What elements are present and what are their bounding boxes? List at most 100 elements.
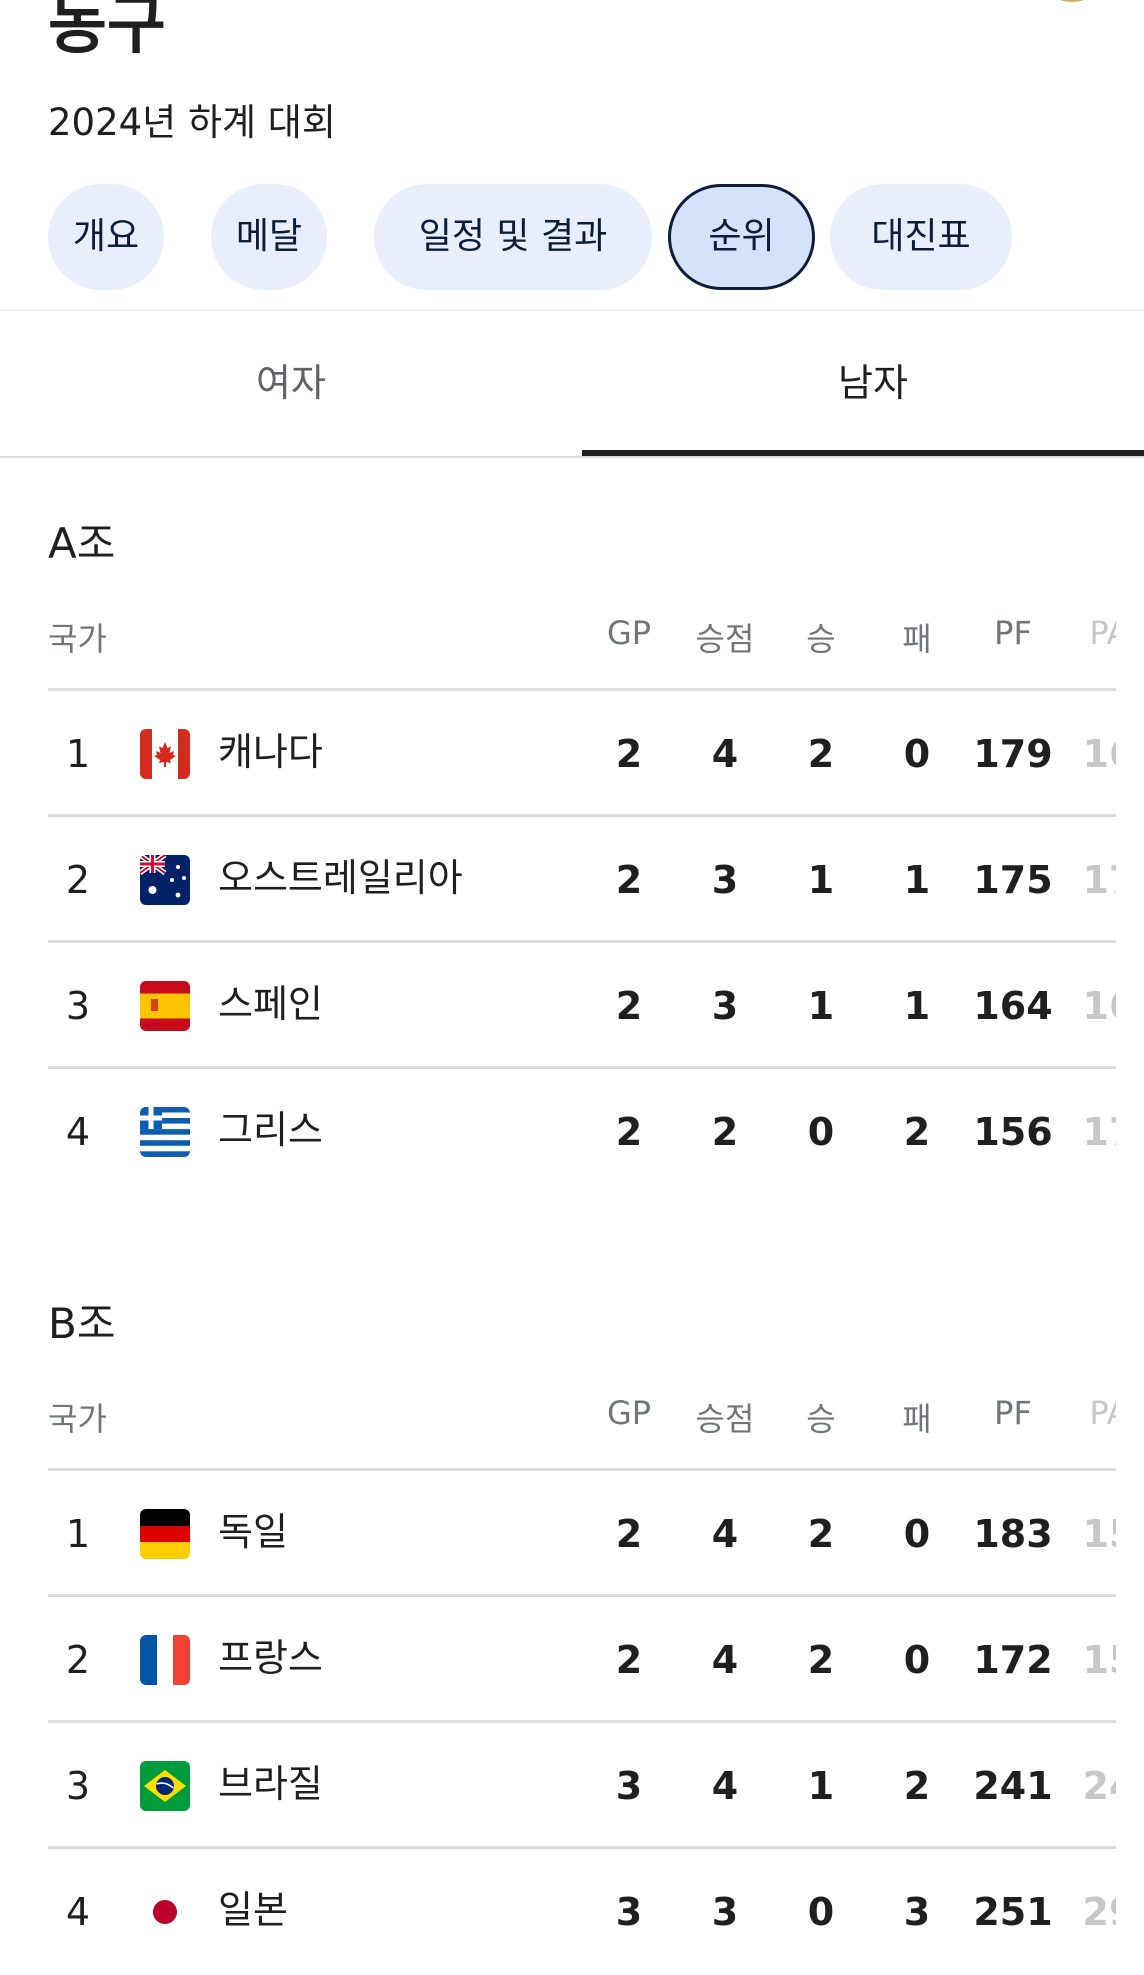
chip-standings[interactable]: 순위 (668, 184, 815, 290)
points-value: 4 (711, 1638, 739, 1682)
losses-value: 0 (903, 1638, 931, 1682)
points-value: 3 (711, 984, 739, 1028)
col-header-country: 국가 (48, 620, 107, 658)
chip-medals[interactable]: 메달 (211, 184, 327, 290)
table-row[interactable]: 2 프랑스 2 4 2 0 172 15 (0, 1597, 1144, 1723)
country-name: 스페인 (218, 982, 323, 1026)
losses-value: 0 (903, 732, 931, 776)
gp-value: 3 (615, 1764, 643, 1808)
pf-value: 241 (973, 1764, 1053, 1808)
table-row[interactable]: 1 캐나다 2 4 2 0 179 16 (0, 691, 1144, 817)
pf-value: 156 (973, 1110, 1053, 1154)
losses-value: 1 (903, 984, 931, 1028)
spain-flag-icon (140, 981, 190, 1031)
country-name: 그리스 (218, 1108, 323, 1152)
country-name: 독일 (218, 1510, 288, 1554)
group-title: B조 (48, 1299, 116, 1348)
wins-value: 2 (807, 732, 835, 776)
wins-value: 1 (807, 1764, 835, 1808)
wins-value: 0 (807, 1890, 835, 1934)
gp-value: 2 (615, 1638, 643, 1682)
pf-value: 172 (973, 1638, 1053, 1682)
greece-flag-icon (140, 1107, 190, 1157)
gp-value: 2 (615, 1512, 643, 1556)
country-name: 캐나다 (218, 730, 323, 774)
table-row[interactable]: 4 그리스 2 2 0 2 156 17 (0, 1069, 1144, 1195)
rank: 4 (65, 1890, 91, 1934)
pf-value: 175 (973, 858, 1053, 902)
country-name: 프랑스 (218, 1636, 323, 1680)
wins-value: 1 (807, 858, 835, 902)
brazil-flag-icon (140, 1761, 190, 1811)
gender-tabs: 여자 남자 (0, 311, 1144, 459)
gp-value: 3 (615, 1890, 643, 1934)
rank: 3 (65, 984, 91, 1028)
points-value: 3 (711, 1890, 739, 1934)
table-row[interactable]: 3 스페인 2 3 1 1 164 16 (0, 943, 1144, 1069)
col-header-pf: PF (994, 1394, 1032, 1432)
losses-value: 2 (903, 1110, 931, 1154)
col-header-points: 승점 (695, 1400, 755, 1438)
tab-selected-indicator (582, 450, 1144, 456)
col-header-losses: 패 (902, 620, 932, 658)
losses-value: 3 (903, 1890, 931, 1934)
country-name: 오스트레일리아 (218, 856, 463, 900)
rank: 3 (65, 1764, 91, 1808)
olympics-logo-icon (1036, 0, 1108, 2)
canada-flag-icon (140, 729, 190, 779)
col-header-pf: PF (994, 614, 1032, 652)
tab-women[interactable]: 여자 (0, 311, 582, 456)
wins-value: 2 (807, 1512, 835, 1556)
gp-value: 2 (615, 732, 643, 776)
col-header-wins: 승 (806, 1400, 836, 1438)
table-row[interactable]: 4 일본 3 3 0 3 251 29 (0, 1849, 1144, 1975)
gp-value: 2 (615, 1110, 643, 1154)
germany-flag-icon (140, 1509, 190, 1559)
points-value: 3 (711, 858, 739, 902)
wins-value: 0 (807, 1110, 835, 1154)
points-value: 4 (711, 1512, 739, 1556)
col-header-country: 국가 (48, 1400, 107, 1438)
chip-schedule-results[interactable]: 일정 및 결과 (374, 184, 652, 290)
tabs-border (0, 456, 1144, 458)
gp-value: 2 (615, 858, 643, 902)
group-b: B조 국가 GP 승점 승 패 PF PA 1 독일 2 4 2 0 183 1… (0, 1242, 1144, 1975)
col-header-gp: GP (606, 1394, 652, 1432)
pf-value: 183 (973, 1512, 1053, 1556)
japan-flag-icon (140, 1887, 190, 1937)
chip-bracket[interactable]: 대진표 (830, 184, 1012, 290)
france-flag-icon (140, 1635, 190, 1685)
table-row[interactable]: 3 브라질 3 4 1 2 241 24 (0, 1723, 1144, 1849)
country-name: 브라질 (218, 1762, 323, 1806)
rank: 2 (65, 858, 91, 902)
pf-value: 251 (973, 1890, 1053, 1934)
losses-value: 1 (903, 858, 931, 902)
gp-value: 2 (615, 984, 643, 1028)
rank: 4 (65, 1110, 91, 1154)
losses-value: 2 (903, 1764, 931, 1808)
points-value: 4 (711, 1764, 739, 1808)
table-scroll-fade (1116, 462, 1144, 1975)
tab-men[interactable]: 남자 (582, 311, 1144, 456)
col-header-gp: GP (606, 614, 652, 652)
group-a: A조 국가 GP 승점 승 패 PF PA 1 캐나다 2 4 2 0 179 … (0, 462, 1144, 1222)
col-header-points: 승점 (695, 620, 755, 658)
rank: 2 (65, 1638, 91, 1682)
table-row[interactable]: 1 독일 2 4 2 0 183 15 (0, 1471, 1144, 1597)
country-name: 일본 (218, 1888, 288, 1932)
points-value: 4 (711, 732, 739, 776)
chip-overview[interactable]: 개요 (48, 184, 164, 290)
pf-value: 164 (973, 984, 1053, 1028)
losses-value: 0 (903, 1512, 931, 1556)
rank: 1 (65, 732, 91, 776)
page-subtitle: 2024년 하계 대회 (48, 101, 336, 144)
points-value: 2 (711, 1110, 739, 1154)
col-header-losses: 패 (902, 1400, 932, 1438)
australia-flag-icon (140, 855, 190, 905)
col-header-wins: 승 (806, 620, 836, 658)
table-row[interactable]: 2 오스트레일리아 2 3 1 1 175 17 (0, 817, 1144, 943)
page-title: 농구 (48, 0, 166, 63)
wins-value: 1 (807, 984, 835, 1028)
wins-value: 2 (807, 1638, 835, 1682)
group-title: A조 (48, 519, 116, 568)
